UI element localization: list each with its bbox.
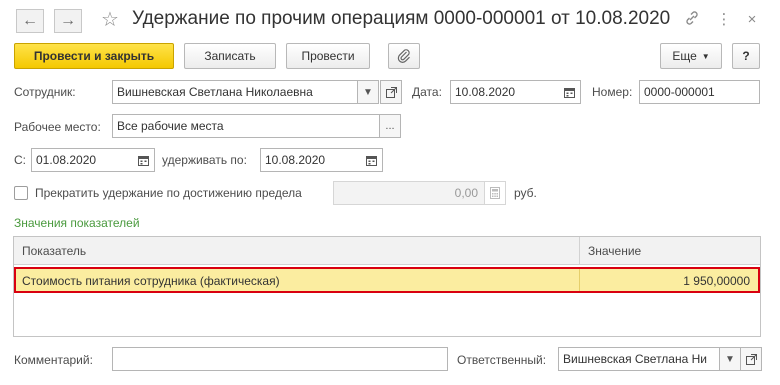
table-row[interactable]: Стоимость питания сотрудника (фактическа… — [14, 267, 760, 293]
value-cell[interactable]: 1 950,00000 — [683, 274, 750, 288]
chevron-down-icon: ▼ — [363, 86, 373, 98]
forward-button[interactable]: → — [54, 9, 82, 33]
save-button[interactable]: Записать — [184, 43, 276, 69]
responsible-label: Ответственный: — [457, 353, 547, 367]
save-label: Записать — [204, 49, 256, 63]
withhold-to-label: удерживать по: — [162, 153, 247, 167]
post-and-close-label: Провести и закрыть — [33, 49, 155, 63]
from-label: С: — [14, 153, 26, 167]
comment-field[interactable] — [112, 347, 448, 371]
column-divider — [579, 237, 580, 265]
calculator-icon — [490, 187, 500, 199]
stop-limit-label: Прекратить удержание по достижению преде… — [35, 186, 302, 200]
employee-field[interactable]: Вишневская Светлана Николаевна — [112, 80, 358, 104]
open-form-icon — [385, 86, 397, 98]
chevron-down-icon: ▼ — [701, 51, 710, 61]
number-field[interactable]: 0000-000001 — [639, 80, 760, 104]
employee-dropdown-button[interactable]: ▼ — [357, 80, 379, 104]
arrow-right-icon: → — [60, 12, 76, 29]
calendar-icon — [138, 155, 149, 166]
indicators-table[interactable]: Показатель Значение Стоимость питания со… — [13, 236, 761, 337]
post-label: Провести — [301, 49, 355, 63]
responsible-field[interactable]: Вишневская Светлана Ни — [558, 347, 720, 371]
column-header-indicator[interactable]: Показатель — [22, 244, 86, 258]
indicators-section-label: Значения показателей — [14, 216, 140, 230]
employee-label: Сотрудник: — [14, 85, 76, 99]
calendar-icon — [564, 87, 575, 98]
back-button[interactable]: ← — [16, 9, 44, 33]
date-field[interactable]: 10.08.2020 — [450, 80, 560, 104]
post-and-close-button[interactable]: Провести и закрыть — [14, 43, 174, 69]
workplace-select-button[interactable]: ... — [379, 114, 401, 138]
arrow-left-icon: ← — [22, 12, 38, 29]
calendar-icon — [366, 155, 377, 166]
withhold-to-calendar-button[interactable] — [361, 148, 383, 172]
table-header: Показатель Значение — [14, 237, 760, 265]
stop-limit-checkbox[interactable] — [14, 186, 28, 200]
row-divider — [579, 269, 580, 291]
star-icon[interactable]: ☆ — [98, 8, 122, 32]
stop-limit-calc-button — [484, 181, 506, 205]
more-vertical-icon[interactable]: ⋮ — [714, 10, 734, 30]
paperclip-icon — [397, 49, 410, 63]
chevron-down-icon: ▼ — [725, 353, 735, 365]
column-header-value[interactable]: Значение — [588, 244, 641, 258]
help-label: ? — [742, 49, 750, 63]
withhold-to-date-field[interactable]: 10.08.2020 — [260, 148, 362, 172]
date-label: Дата: — [412, 85, 442, 99]
link-icon[interactable] — [682, 10, 702, 30]
indicator-cell[interactable]: Стоимость питания сотрудника (фактическа… — [22, 274, 280, 288]
responsible-open-button[interactable] — [740, 347, 762, 371]
more-button[interactable]: Еще ▼ — [660, 43, 722, 69]
employee-open-button[interactable] — [380, 80, 402, 104]
link-icon-svg — [686, 11, 698, 25]
workplace-field[interactable]: Все рабочие места — [112, 114, 380, 138]
attach-button[interactable] — [388, 43, 420, 69]
window-title: Удержание по прочим операциям 0000-00000… — [132, 8, 671, 29]
post-button[interactable]: Провести — [286, 43, 370, 69]
close-icon[interactable]: × — [742, 10, 762, 30]
ellipsis-icon: ... — [385, 120, 395, 132]
number-label: Номер: — [592, 85, 633, 99]
help-button[interactable]: ? — [732, 43, 760, 69]
workplace-label: Рабочее место: — [14, 120, 101, 134]
from-calendar-button[interactable] — [133, 148, 155, 172]
more-label: Еще — [672, 49, 697, 63]
responsible-dropdown-button[interactable]: ▼ — [719, 347, 741, 371]
from-date-field[interactable]: 01.08.2020 — [31, 148, 134, 172]
stop-limit-field: 0,00 — [333, 181, 485, 205]
date-calendar-button[interactable] — [559, 80, 581, 104]
open-form-icon — [745, 353, 757, 365]
comment-label: Комментарий: — [14, 353, 93, 367]
currency-label: руб. — [514, 186, 537, 200]
